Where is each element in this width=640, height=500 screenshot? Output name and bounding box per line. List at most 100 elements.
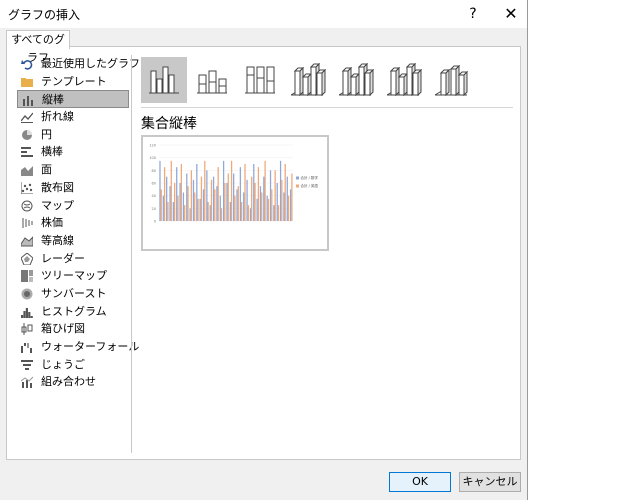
sidebar-item[interactable]: 面 xyxy=(17,161,129,179)
treemap-chart-icon xyxy=(21,270,33,283)
bar xyxy=(189,208,191,221)
sidebar-item[interactable]: ツリーマップ xyxy=(17,267,129,285)
sidebar-item-label: 縦棒 xyxy=(42,93,64,107)
chart-subtype-row xyxy=(141,57,513,105)
100-stacked-column-icon[interactable] xyxy=(237,57,283,103)
sidebar-item[interactable]: サンバースト xyxy=(17,285,129,303)
bar xyxy=(170,160,172,221)
area-chart-icon xyxy=(21,164,33,177)
legend-label: 合計 / 数学 xyxy=(301,175,319,180)
sidebar-item[interactable]: 組み合わせ xyxy=(17,373,129,391)
bar xyxy=(229,202,231,221)
bar xyxy=(186,173,188,221)
chart-preview[interactable]: 120 100 80 60 40 20 0 合計 / 数学 合計 / 英語 xyxy=(141,135,329,251)
bar xyxy=(284,164,286,221)
sidebar-item-label: 最近使用したグラフ xyxy=(41,57,140,70)
help-icon[interactable]: ? xyxy=(462,3,484,25)
y-tick-label: 60 xyxy=(152,182,156,186)
sidebar-item[interactable]: 折れ線 xyxy=(17,108,129,126)
bar xyxy=(212,176,215,221)
3d-stacked-column-icon[interactable] xyxy=(333,57,379,103)
sidebar-item-label: ウォーターフォール xyxy=(41,340,140,353)
bar xyxy=(199,198,201,221)
bar xyxy=(162,195,164,221)
sidebar-item[interactable]: マップ xyxy=(17,197,129,215)
sidebar-item[interactable]: じょうご xyxy=(17,356,129,374)
bar xyxy=(289,189,292,221)
bar xyxy=(266,195,268,221)
bar xyxy=(251,176,253,221)
sidebar-item[interactable]: レーダー xyxy=(17,250,129,268)
stacked-column-icon[interactable] xyxy=(189,57,235,103)
ok-button[interactable]: OK xyxy=(389,472,451,492)
close-icon[interactable]: ✕ xyxy=(500,3,522,25)
bar xyxy=(233,173,235,221)
bar xyxy=(163,167,166,221)
scatter-chart-icon xyxy=(20,181,33,195)
y-tick-label: 40 xyxy=(152,194,156,198)
bar xyxy=(214,189,216,221)
bar xyxy=(236,189,238,221)
stock-chart-icon xyxy=(21,217,33,229)
sidebar-item-label: レーダー xyxy=(41,251,85,265)
3d-column-icon[interactable] xyxy=(429,57,475,103)
chart-category-list: 最近使用したグラフ テンプレート 縦棒 折れ線円横棒面散布図マップ 株価等高線 レーダーツ… xyxy=(17,55,140,391)
bar xyxy=(210,179,213,221)
bar xyxy=(176,167,178,221)
bar xyxy=(237,186,239,221)
bar xyxy=(286,176,288,221)
bar xyxy=(277,205,280,221)
bar xyxy=(273,205,275,221)
y-tick-label: 20 xyxy=(152,207,156,211)
cancel-button[interactable]: キャンセル xyxy=(459,472,521,492)
sidebar-item-label: 散布図 xyxy=(41,180,74,194)
sidebar-item[interactable]: 円 xyxy=(17,126,129,144)
funnel-chart-icon xyxy=(21,359,33,371)
bar xyxy=(281,179,283,221)
bar xyxy=(244,164,246,221)
bar xyxy=(241,202,243,221)
bar xyxy=(267,198,270,221)
sidebar-item[interactable]: 株価 xyxy=(17,214,129,232)
sidebar-item[interactable]: ヒストグラム xyxy=(17,303,129,321)
bar xyxy=(184,205,186,221)
dialog-title: グラフの挿入 xyxy=(8,8,81,22)
map-chart-icon xyxy=(21,200,33,212)
sidebar-item[interactable]: 縦棒 xyxy=(17,90,129,109)
bar xyxy=(254,183,256,221)
3d-100-stacked-column-icon[interactable] xyxy=(381,57,427,103)
sidebar-item[interactable]: 等高線 xyxy=(17,232,129,250)
bar xyxy=(224,183,226,221)
sidebar-item-label: 組み合わせ xyxy=(41,375,96,389)
sidebar-item-label: 箱ひげ図 xyxy=(41,322,85,336)
bar xyxy=(179,183,181,221)
bar xyxy=(227,173,229,221)
bar xyxy=(182,192,185,221)
sidebar-item-label: 株価 xyxy=(41,216,63,230)
sidebar-item[interactable]: 箱ひげ図 xyxy=(17,320,129,338)
bar xyxy=(243,192,245,221)
sidebar-item[interactable]: テンプレート xyxy=(17,73,129,91)
bar xyxy=(239,167,242,221)
legend-swatch xyxy=(296,176,299,180)
sidebar-item[interactable]: 横棒 xyxy=(17,143,129,161)
clustered-column-icon[interactable] xyxy=(141,57,187,103)
sidebar-item-label: ツリーマップ xyxy=(41,269,107,283)
bar xyxy=(209,205,211,221)
bar xyxy=(204,160,206,221)
tab-all-charts[interactable]: すべてのグラフ xyxy=(6,30,70,64)
3d-clustered-column-icon[interactable] xyxy=(285,57,331,103)
sidebar-item[interactable]: ウォーターフォール xyxy=(17,338,139,356)
line-chart-icon xyxy=(20,111,34,124)
chart-panel: 最近使用したグラフ テンプレート 縦棒 折れ線円横棒面散布図マップ 株価等高線 レーダーツ… xyxy=(6,46,521,460)
bar xyxy=(159,160,161,221)
sidebar-item-label: テンプレート xyxy=(41,74,107,88)
sidebar-item[interactable]: 散布図 xyxy=(17,179,129,197)
bar xyxy=(246,179,248,221)
bar xyxy=(172,202,175,221)
folder-icon xyxy=(21,76,33,88)
bar xyxy=(230,160,233,221)
bar xyxy=(219,195,221,221)
bar xyxy=(222,160,225,221)
bar xyxy=(249,208,252,221)
